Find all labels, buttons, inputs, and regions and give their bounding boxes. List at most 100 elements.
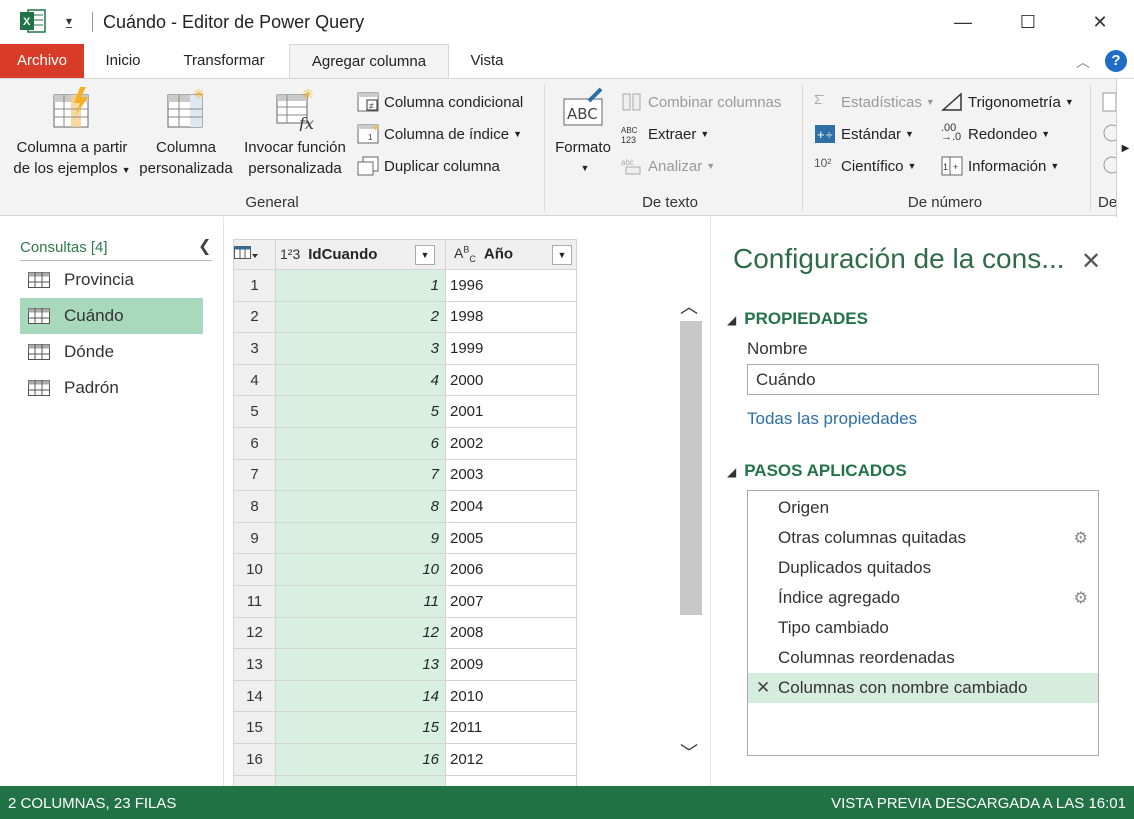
cell-idcuando[interactable]: 10 [275,553,446,586]
text-type-icon[interactable]: ABC [454,245,476,264]
step-item[interactable]: Tipo cambiado [748,613,1098,643]
step-item[interactable]: Duplicados quitados [748,553,1098,583]
table-row[interactable]: 3 3 1999 [233,332,577,365]
delete-step-icon[interactable]: ✕ [756,678,770,698]
step-item[interactable]: Columnas reordenadas [748,643,1098,673]
table-row[interactable]: 6 6 2002 [233,426,577,460]
step-item[interactable]: Origen [748,493,1098,523]
query-item-cuando[interactable]: Cuándo [20,298,203,334]
table-row[interactable]: 10 10 2006 [233,553,577,586]
trigonometry-button[interactable]: Trigonometría ▼ [941,89,1074,115]
query-item-padron[interactable]: Padrón [20,370,203,406]
column-filter-dropdown[interactable]: ▼ [552,244,572,265]
cell-ano[interactable]: 2004 [445,490,577,523]
conditional-column-button[interactable]: ≠ Columna condicional [357,89,523,115]
cell-ano[interactable]: 2008 [445,616,577,650]
tab-agregar-columna[interactable]: Agregar columna [289,44,449,79]
number-type-icon[interactable]: 1²3 [280,246,300,262]
cell-ano[interactable]: 1998 [445,300,577,334]
cell-idcuando[interactable]: 3 [275,332,446,365]
cell-ano[interactable]: 2010 [445,679,577,713]
maximize-button[interactable]: ☐ [1005,6,1051,38]
tab-transformar[interactable]: Transformar [168,44,280,78]
column-filter-dropdown[interactable]: ▼ [415,244,435,265]
table-row[interactable]: 9 9 2005 [233,521,577,555]
tab-archivo[interactable]: Archivo [0,44,84,78]
cell-idcuando[interactable]: 14 [275,679,446,713]
standard-button[interactable]: + ÷ Estándar ▼ [814,121,914,147]
invoke-custom-function-button[interactable]: ✳ fx Invocar función personalizada [238,87,352,179]
table-row[interactable]: 15 15 2011 [233,711,577,744]
step-item-selected[interactable]: ✕ Columnas con nombre cambiado [748,673,1098,703]
cell-ano[interactable]: 2003 [445,458,577,492]
table-row[interactable]: 7 7 2003 [233,458,577,492]
collapse-triangle-icon[interactable]: ◢ [727,313,736,327]
grid-vertical-scrollbar[interactable]: ︿ ﹀ [678,269,704,769]
close-button[interactable]: ✕ [1077,6,1123,38]
cell-idcuando[interactable]: 4 [275,363,446,397]
duplicate-column-button[interactable]: Duplicar columna [357,153,500,179]
column-header-ano[interactable]: ABC Año ▼ [445,239,577,270]
cell-idcuando[interactable]: 5 [275,395,446,428]
collapse-triangle-icon[interactable]: ◢ [727,465,736,479]
query-item-provincia[interactable]: Provincia [20,262,203,298]
cell-ano[interactable]: 2000 [445,363,577,397]
help-icon[interactable]: ? [1105,50,1127,72]
cell-idcuando[interactable]: 1 [275,269,446,302]
collapse-pane-icon[interactable]: ❮ [198,236,211,256]
ribbon-scroll-right-button[interactable]: ▶ [1116,79,1134,217]
parse-button[interactable]: abc Analizar ▼ [621,153,715,179]
extract-button[interactable]: ABC 123 Extraer ▼ [621,121,709,147]
gear-icon[interactable]: ⚙ [1074,588,1088,608]
cell-ano[interactable]: 2001 [445,395,577,428]
table-row[interactable]: 11 11 2007 [233,584,577,618]
table-row[interactable]: 4 4 2000 [233,363,577,397]
rounding-button[interactable]: .00 →.0 Redondeo ▼ [941,121,1050,147]
cell-ano[interactable]: 1999 [445,332,577,365]
all-properties-link[interactable]: Todas las propiedades [747,409,917,429]
cell-ano[interactable]: 2012 [445,742,577,776]
quick-access-dropdown-icon[interactable]: ▾̲ [66,14,72,28]
cell-idcuando[interactable]: 15 [275,711,446,744]
table-row[interactable]: 13 13 2009 [233,648,577,681]
table-row[interactable]: 8 8 2004 [233,490,577,523]
table-row[interactable]: 1 1 1996 [233,269,577,302]
cell-idcuando[interactable]: 12 [275,616,446,650]
cell-idcuando[interactable]: 8 [275,490,446,523]
table-menu-button[interactable] [233,239,276,270]
information-button[interactable]: 1 + Información ▼ [941,153,1059,179]
close-settings-icon[interactable]: ✕ [1081,247,1101,276]
tab-vista[interactable]: Vista [458,44,516,78]
cell-idcuando[interactable]: 16 [275,742,446,776]
step-item[interactable]: Otras columnas quitadas ⚙ [748,523,1098,553]
column-header-idcuando[interactable]: 1²3 IdCuando ▼ [275,239,446,270]
index-column-button[interactable]: 1 ✳ Columna de índice ▼ [357,121,522,147]
cell-ano[interactable]: 2009 [445,648,577,681]
table-row[interactable]: 14 14 2010 [233,679,577,713]
table-row[interactable]: 2 2 1998 [233,300,577,334]
cell-idcuando[interactable]: 6 [275,426,446,460]
gear-icon[interactable]: ⚙ [1074,528,1088,548]
tab-inicio[interactable]: Inicio [90,44,156,78]
cell-ano[interactable]: 2007 [445,584,577,618]
column-from-examples-button[interactable]: Columna a partir de los ejemplos ▼ [8,87,136,181]
combine-columns-button[interactable]: Combinar columnas [621,89,781,115]
cell-idcuando[interactable]: 13 [275,648,446,681]
collapse-ribbon-icon[interactable]: ︿ [1076,52,1090,72]
cell-ano[interactable]: 2011 [445,711,577,744]
scientific-button[interactable]: 10² Científico ▼ [814,153,916,179]
query-item-donde[interactable]: Dónde [20,334,203,370]
table-row[interactable]: 12 12 2008 [233,616,577,650]
cell-ano[interactable]: 2005 [445,521,577,555]
scroll-up-icon[interactable]: ︿ [680,293,698,319]
scrollbar-thumb[interactable] [680,321,702,615]
minimize-button[interactable]: — [940,6,986,38]
query-name-field[interactable] [747,364,1099,395]
custom-column-button[interactable]: ✳ Columna personalizada [138,87,234,179]
scroll-down-icon[interactable]: ﹀ [680,739,698,765]
format-button[interactable]: ABC Formato ▼ [550,87,616,179]
cell-idcuando[interactable]: 7 [275,458,446,492]
cell-ano[interactable]: 2002 [445,426,577,460]
cell-idcuando[interactable]: 9 [275,521,446,555]
table-row[interactable]: 5 5 2001 [233,395,577,428]
